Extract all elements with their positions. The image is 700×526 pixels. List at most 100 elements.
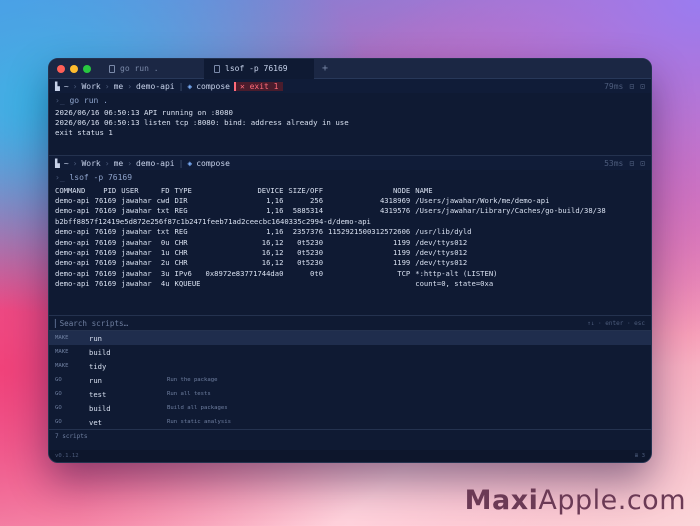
- error-x-icon: ✕: [239, 81, 250, 91]
- script-item-go-run[interactable]: GO run Run the package: [49, 373, 651, 387]
- script-name: run: [89, 333, 102, 343]
- cell: 4319576: [379, 206, 411, 216]
- breadcrumb-separator: ›: [72, 81, 78, 91]
- column-header: DEVICE: [257, 185, 284, 195]
- cell: 0t5230: [297, 248, 324, 258]
- new-tab-button[interactable]: +: [314, 63, 336, 74]
- cell: jawahar: [121, 237, 152, 247]
- script-kind: MAKE: [55, 335, 69, 341]
- cell: 76169: [94, 248, 117, 258]
- table-row: demo-api 76169 jawahar 1u CHR 16,12 0t5230 1199…: [55, 247, 611, 257]
- script-name: vet: [89, 417, 102, 427]
- exit-status-badge: ✕ exit 1: [233, 81, 283, 91]
- terminal-pane-lsof[interactable]: ▙ ~ › Work › me › demo-api | ◈ compose 5…: [49, 156, 651, 316]
- breadcrumb-me: me: [113, 158, 124, 168]
- table-row: demo-api 76169 jawahar 3u IPv6 0x8972e8377174…: [55, 268, 611, 278]
- cell: 0t5230: [297, 237, 324, 247]
- cell: CHR: [174, 258, 188, 268]
- cell: jawahar: [121, 268, 152, 278]
- column-header: NODE: [392, 185, 411, 195]
- breadcrumb-work: Work: [81, 81, 101, 91]
- script-kind: GO: [55, 405, 62, 411]
- cell: [328, 279, 415, 289]
- cell: 1,16: [266, 196, 284, 206]
- tab-lsof[interactable]: lsof -p 76169: [204, 59, 314, 79]
- cell: 16,12: [261, 258, 284, 268]
- cell: IPv6: [174, 268, 192, 278]
- column-header: PID: [103, 185, 117, 195]
- document-icon: [109, 64, 115, 73]
- cell: jawahar: [121, 206, 152, 216]
- breadcrumb-home: ~: [63, 158, 69, 168]
- cell: 1199: [392, 237, 411, 247]
- cell: 76169: [94, 227, 117, 237]
- minimize-window-button[interactable]: [70, 64, 78, 73]
- script-item-go-build[interactable]: GO build Build all packages: [49, 401, 651, 415]
- zoom-window-button[interactable]: [83, 64, 91, 73]
- document-icon: [214, 64, 220, 73]
- script-kind: GO: [55, 377, 62, 383]
- search-input[interactable]: Search scripts…: [60, 319, 129, 328]
- cell: jawahar: [121, 227, 152, 237]
- script-item-make-tidy[interactable]: MAKE tidy: [49, 359, 651, 373]
- script-item-make-run[interactable]: MAKE run: [49, 331, 651, 345]
- cell: 1,16: [266, 227, 284, 237]
- cell: [288, 279, 328, 289]
- folder-icon: ▙: [55, 81, 60, 91]
- cell: demo-api: [55, 248, 90, 258]
- cell: demo-api: [55, 206, 90, 216]
- terminal-pane-go-run[interactable]: ▙ ~ › Work › me › demo-api | ◈ compose ✕…: [49, 79, 651, 156]
- cell: 76169: [94, 206, 117, 216]
- close-window-button[interactable]: [57, 64, 65, 73]
- script-name: build: [89, 403, 111, 413]
- cell: 1199: [392, 248, 411, 258]
- layout-indicator[interactable]: ⊞ 3: [635, 453, 645, 459]
- script-item-make-build[interactable]: MAKE build: [49, 345, 651, 359]
- cell: count=0, state=0xa: [415, 279, 494, 289]
- breadcrumb-home: ~: [63, 81, 69, 91]
- pane-controls: 79ms ⊟ ⊡: [604, 82, 651, 91]
- maximize-pane-icon[interactable]: ⊡: [640, 159, 645, 168]
- split-pane-icon[interactable]: ⊟: [629, 159, 634, 168]
- cell: 0t0: [310, 268, 324, 278]
- cell: /dev/ttys012: [415, 237, 468, 247]
- cell: 76169: [94, 268, 117, 278]
- duration-label: 79ms: [604, 81, 624, 91]
- script-item-go-test[interactable]: GO test Run all tests: [49, 387, 651, 401]
- cell: 76169: [94, 237, 117, 247]
- version-label: v0.1.12: [55, 453, 79, 459]
- breadcrumb-separator: ›: [127, 158, 133, 168]
- cell: 76169: [94, 279, 117, 289]
- tab-go-run[interactable]: go run .: [99, 59, 204, 79]
- script-item-go-vet[interactable]: GO vet Run static analysis: [49, 415, 651, 429]
- cell: jawahar: [121, 258, 152, 268]
- cell: /usr/lib/dyld: [415, 227, 472, 237]
- pane-header: ▙ ~ › Work › me › demo-api | ◈ compose 5…: [49, 156, 651, 170]
- cell: /Users/jawahar/Library/Caches/go-build/3…: [415, 206, 606, 216]
- cell: 256: [310, 196, 324, 206]
- cell: /Users/jawahar/Work/me/demo-api: [415, 196, 550, 206]
- duration-label: 53ms: [604, 158, 624, 168]
- branch-label: compose: [196, 81, 230, 91]
- keyboard-hint: ↑↓ · enter · esc: [587, 319, 645, 327]
- cell: CHR: [174, 237, 188, 247]
- table-row: demo-api 76169 jawahar 2u CHR 16,12 0t5230 1199…: [55, 258, 611, 268]
- cell: 4u: [160, 279, 170, 289]
- cell: [206, 279, 289, 289]
- breadcrumb-me: me: [113, 81, 124, 91]
- cell: 1u: [160, 248, 170, 258]
- script-palette: ▏ Search scripts… ↑↓ · enter · esc MAKE r…: [49, 316, 651, 443]
- maximize-pane-icon[interactable]: ⊡: [640, 82, 645, 91]
- cell: 1199: [392, 258, 411, 268]
- script-name: build: [89, 347, 111, 357]
- split-pane-icon[interactable]: ⊟: [629, 82, 634, 91]
- script-count: 7 scripts: [49, 429, 651, 443]
- terminal-window: go run . lsof -p 76169 + ▙ ~ › Work › me…: [48, 58, 652, 463]
- cell: demo-api: [55, 268, 90, 278]
- cell: 76169: [94, 258, 117, 268]
- cell: KQUEUE: [174, 279, 201, 289]
- cell: 1,16: [266, 206, 284, 216]
- script-kind: GO: [55, 419, 62, 425]
- cell: 2u: [160, 258, 170, 268]
- script-search-bar[interactable]: ▏ Search scripts… ↑↓ · enter · esc: [49, 316, 651, 331]
